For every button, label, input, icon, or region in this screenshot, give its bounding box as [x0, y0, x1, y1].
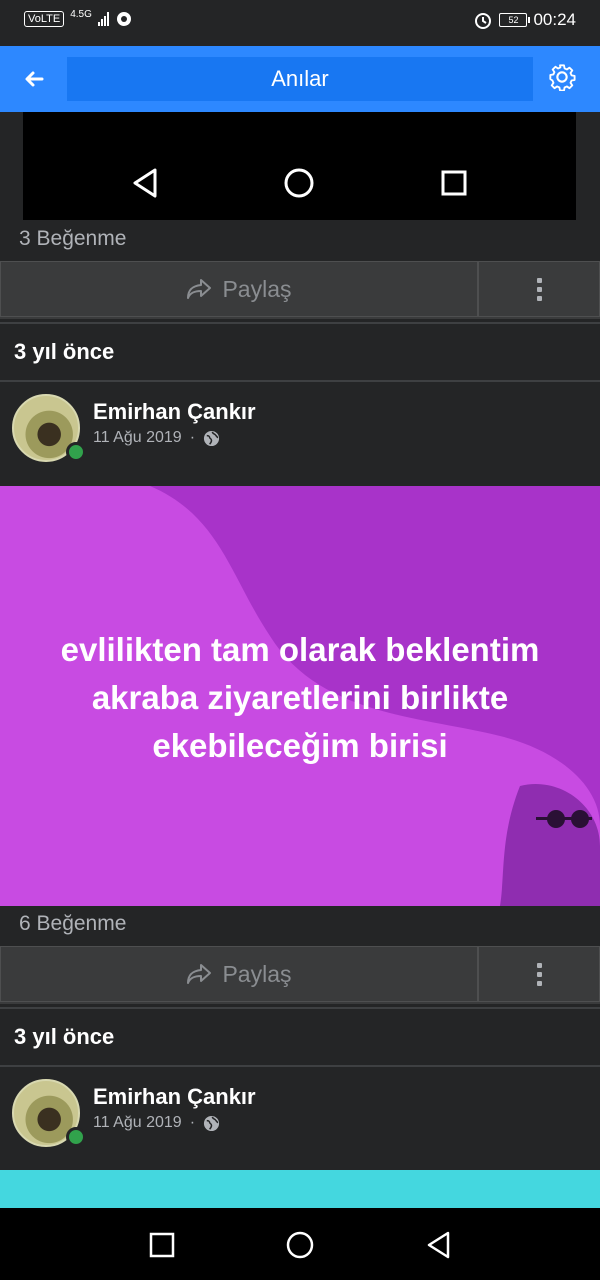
- globe-icon: [203, 430, 220, 446]
- share-button[interactable]: Paylaş: [0, 946, 478, 1002]
- post-text: evlilikten tam olarak beklentim akraba z…: [60, 631, 540, 764]
- video-nav-recent-icon: [441, 170, 467, 196]
- post-header: Emirhan Çankır 11 Ağu 2019 ·: [0, 1067, 600, 1171]
- author-name[interactable]: Emirhan Çankır: [93, 1084, 256, 1110]
- alarm-icon: [475, 13, 492, 29]
- signal-icon: [97, 12, 109, 26]
- likes-count[interactable]: 3 Beğenme: [19, 227, 126, 251]
- back-button[interactable]: [18, 63, 50, 95]
- online-indicator: [66, 1127, 86, 1147]
- battery-icon: 52: [499, 13, 531, 27]
- page-title: Anılar: [67, 57, 533, 101]
- online-indicator: [66, 442, 86, 462]
- more-options-button[interactable]: [478, 946, 600, 1002]
- gear-icon: [549, 64, 576, 92]
- network-type: 4.5G: [70, 8, 92, 20]
- share-label: Paylaş: [222, 275, 292, 302]
- system-nav-bar: [0, 1208, 600, 1280]
- post-date[interactable]: 11 Ağu 2019: [93, 1114, 182, 1132]
- memory-time-ago: 3 yıl önce: [14, 1024, 115, 1049]
- globe-icon: [203, 1115, 220, 1131]
- share-arrow-icon: [187, 964, 212, 984]
- divider: [0, 322, 600, 324]
- meta-separator: ·: [189, 429, 196, 446]
- status-bar: VoLTE 4.5G 52 00:24: [0, 0, 600, 46]
- share-arrow-icon: [187, 279, 212, 299]
- video-nav-home-icon: [284, 168, 314, 198]
- post-background-card[interactable]: [0, 1170, 600, 1208]
- share-label: Paylaş: [222, 960, 292, 987]
- more-vertical-icon: [536, 277, 542, 301]
- back-nav-icon[interactable]: [425, 1230, 451, 1260]
- arrow-left-icon: [25, 71, 44, 87]
- settings-button[interactable]: [548, 63, 580, 95]
- likes-count[interactable]: 6 Beğenme: [19, 912, 126, 936]
- home-icon[interactable]: [286, 1231, 314, 1259]
- video-preview[interactable]: [23, 112, 576, 220]
- clock: 00:24: [533, 10, 576, 29]
- volte-indicator: VoLTE: [24, 11, 65, 27]
- recent-apps-icon[interactable]: [149, 1232, 175, 1258]
- more-vertical-icon: [536, 962, 542, 986]
- post-background-card[interactable]: evlilikten tam olarak beklentim akraba z…: [0, 486, 600, 906]
- video-nav-back-icon: [133, 168, 157, 198]
- divider: [0, 1007, 600, 1009]
- share-button[interactable]: Paylaş: [0, 261, 478, 317]
- memory-time-ago: 3 yıl önce: [14, 339, 115, 364]
- app-bar: Anılar: [0, 46, 600, 112]
- sync-icon: [116, 12, 131, 26]
- author-name[interactable]: Emirhan Çankır: [93, 399, 256, 425]
- more-options-button[interactable]: [478, 261, 600, 317]
- action-row: Paylaş: [0, 946, 600, 1004]
- post-header: Emirhan Çankır 11 Ağu 2019 ·: [0, 382, 600, 486]
- action-row: Paylaş: [0, 261, 600, 319]
- post-date[interactable]: 11 Ağu 2019: [93, 429, 182, 447]
- meta-separator: ·: [189, 1114, 196, 1131]
